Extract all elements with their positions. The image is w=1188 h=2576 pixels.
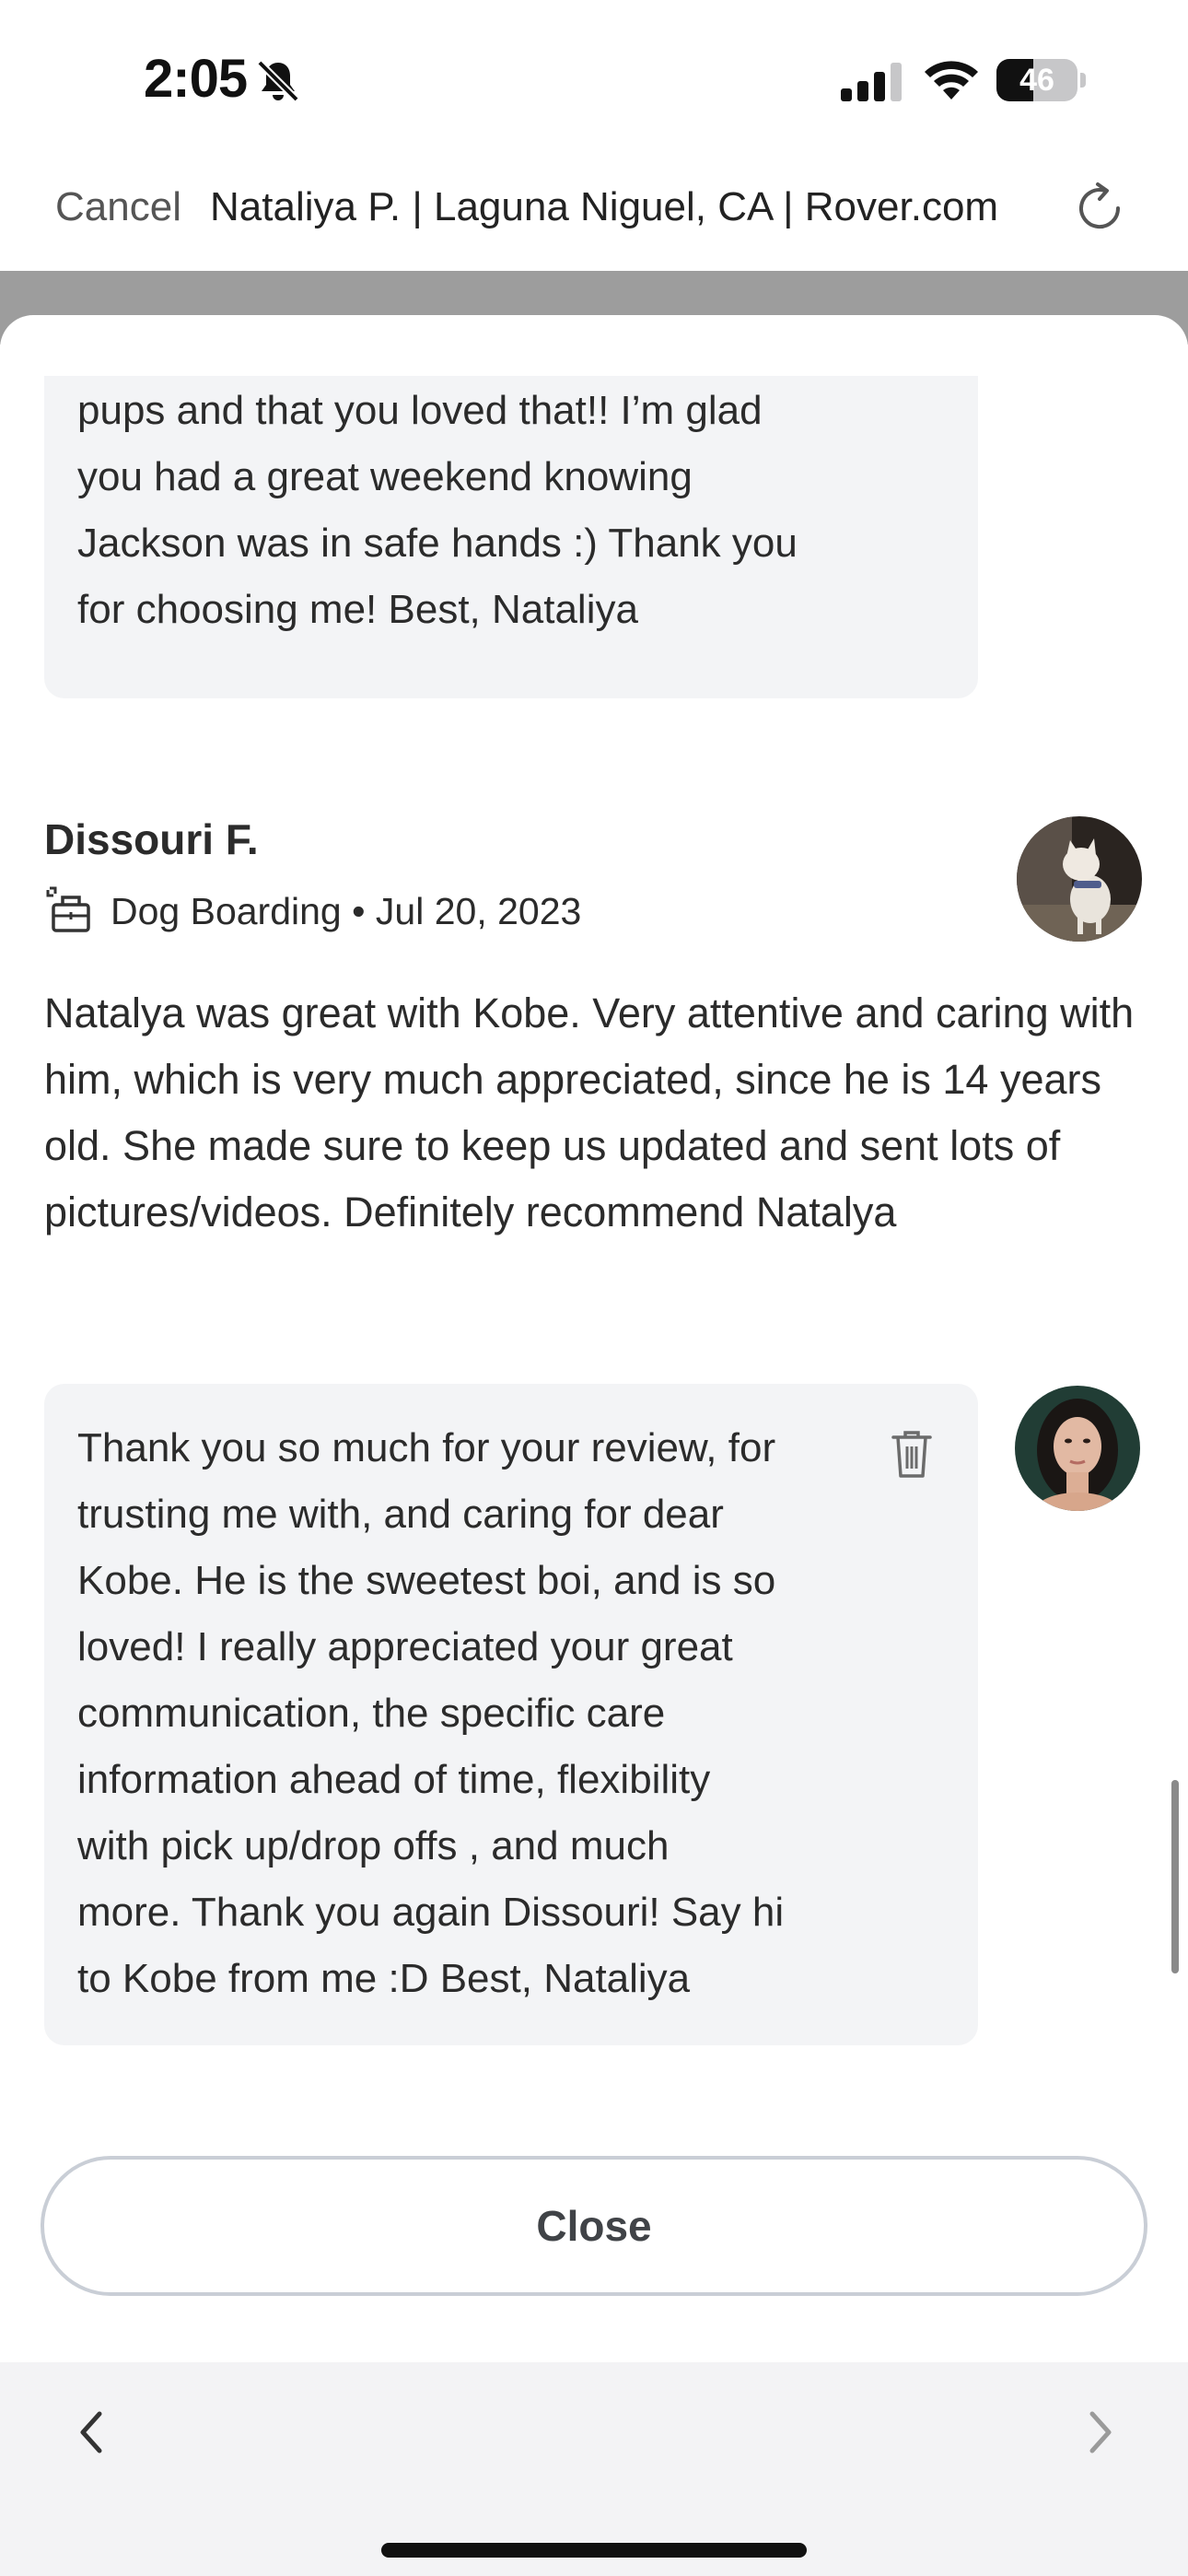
sitter-reply-text: Thank you so much for your review, for t… bbox=[77, 1425, 785, 2001]
reviews-sheet: pups and that you loved that!! I’m glad … bbox=[0, 315, 1188, 2362]
sitter-avatar bbox=[1015, 1386, 1140, 1511]
sitter-reply-bubble: pups and that you loved that!! I’m glad … bbox=[44, 376, 978, 698]
service-type: Dog Boarding bbox=[111, 890, 342, 932]
close-button[interactable]: Close bbox=[41, 2156, 1147, 2296]
sitter-reply-bubble: Thank you so much for your review, for t… bbox=[44, 1384, 978, 2045]
battery-icon: 46 bbox=[996, 59, 1086, 101]
bell-slash-icon bbox=[257, 60, 299, 102]
reload-icon[interactable] bbox=[1068, 177, 1131, 240]
browser-header: Cancel Nataliya P. | Laguna Niguel, CA |… bbox=[0, 157, 1188, 271]
chevron-left-icon[interactable] bbox=[64, 2395, 120, 2469]
meta-separator: • bbox=[352, 890, 366, 932]
browser-bottom-bar bbox=[0, 2362, 1188, 2576]
status-time: 2:05 bbox=[144, 49, 248, 109]
page-title: Nataliya P. | Laguna Niguel, CA | Rover.… bbox=[210, 184, 999, 229]
status-bar: 2:05 46 bbox=[0, 0, 1188, 157]
scrollbar[interactable] bbox=[1171, 1780, 1179, 1973]
cancel-button[interactable]: Cancel bbox=[55, 184, 181, 230]
reviewer-name: Dissouri F. bbox=[44, 815, 259, 863]
reviewer-avatar bbox=[1017, 816, 1142, 942]
sitter-reply-text: pups and that you loved that!! I’m glad … bbox=[77, 388, 798, 632]
review-text: Natalya was great with Kobe. Very attent… bbox=[44, 989, 1135, 1235]
wifi-icon bbox=[925, 61, 978, 100]
dog-boarding-icon bbox=[46, 886, 90, 932]
screen: 2:05 46 Cancel Nataliya P. | Laguna Nigu… bbox=[0, 0, 1188, 2576]
chevron-right-icon[interactable] bbox=[1072, 2395, 1127, 2469]
battery-percentage: 46 bbox=[1019, 63, 1054, 98]
home-indicator bbox=[381, 2543, 807, 2558]
trash-icon[interactable] bbox=[890, 1428, 934, 1480]
cellular-signal-icon bbox=[841, 63, 902, 101]
review-date: Jul 20, 2023 bbox=[375, 890, 582, 932]
